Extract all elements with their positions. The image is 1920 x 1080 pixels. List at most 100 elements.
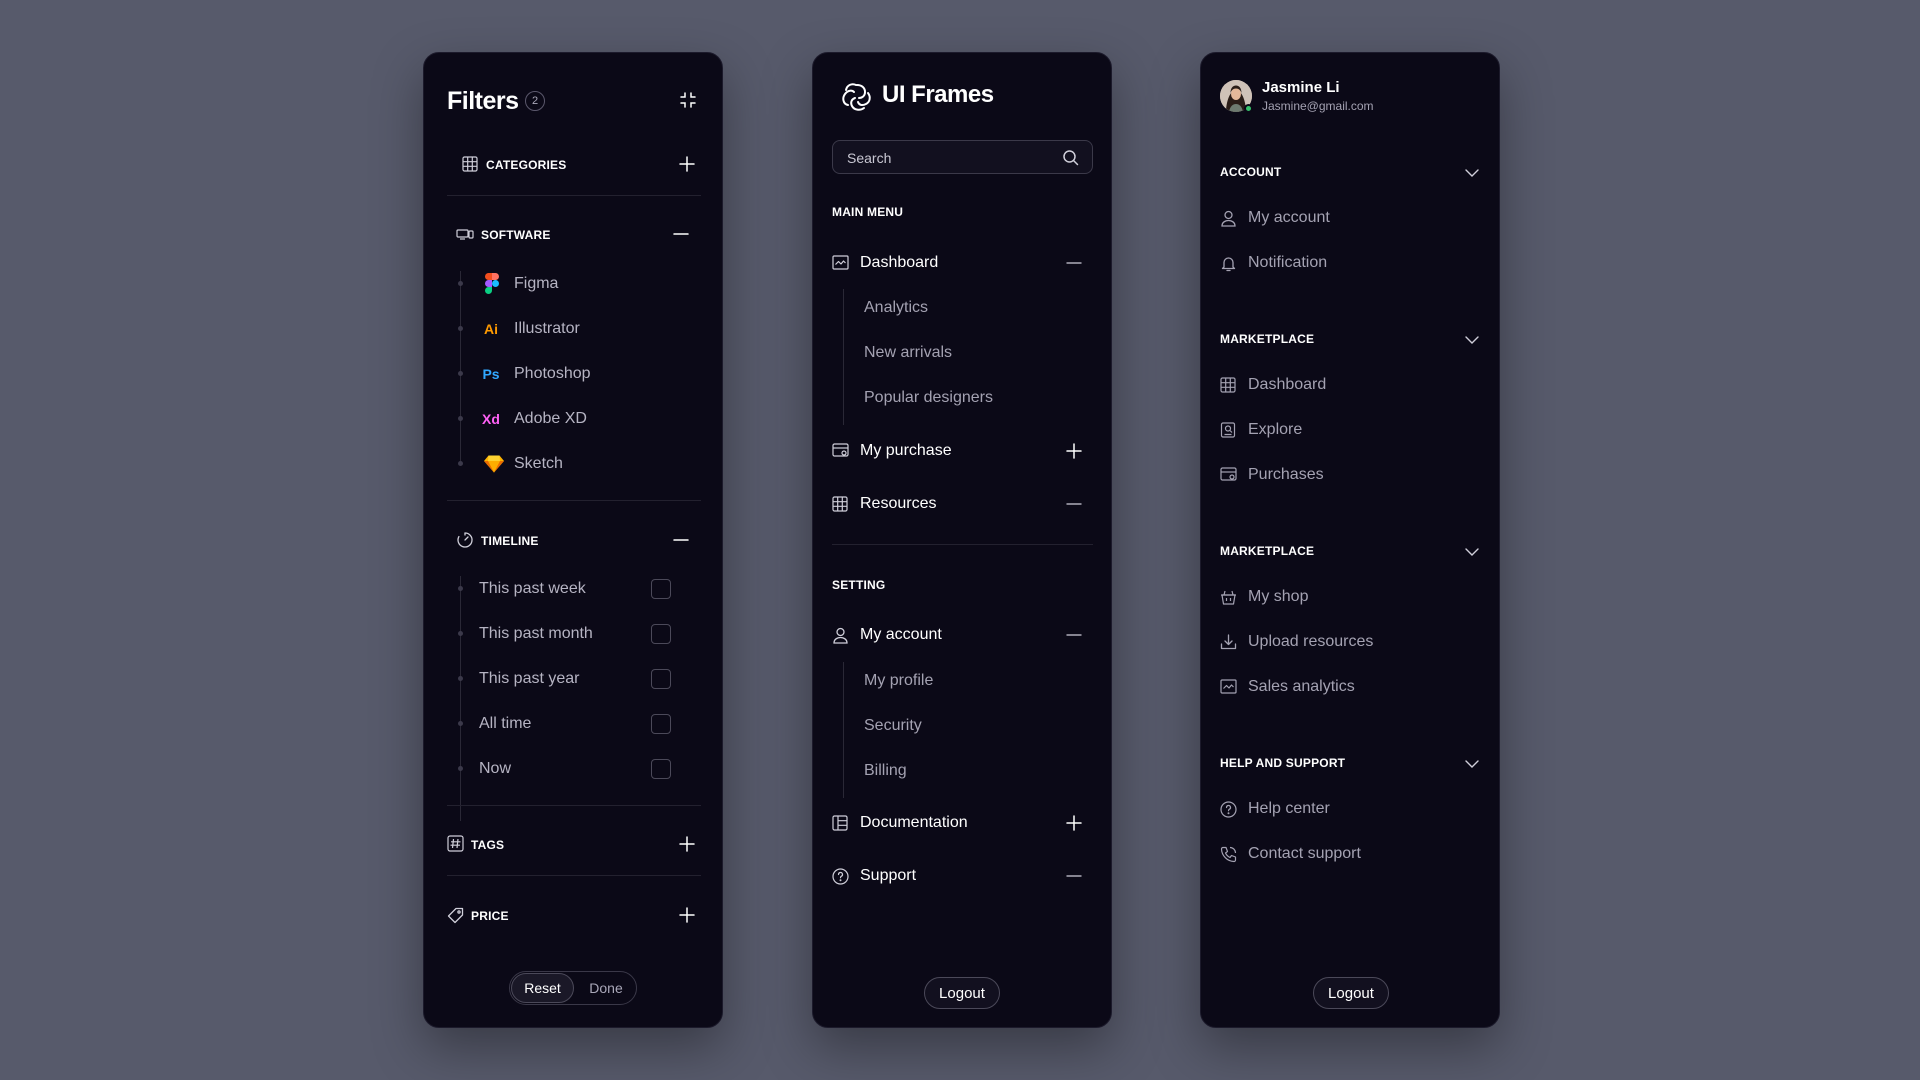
menu-item-explore[interactable]: Explore	[1220, 415, 1482, 445]
logout-button[interactable]: Logout	[1313, 977, 1389, 1009]
nav-subitem-billing[interactable]: Billing	[864, 762, 907, 780]
search-icon[interactable]	[1062, 149, 1079, 166]
xd-logo-icon: Xd	[482, 411, 500, 427]
search-box[interactable]	[832, 140, 1093, 174]
menu-item-purchases[interactable]: Purchases	[1220, 460, 1482, 490]
nav-item-support[interactable]: Support	[832, 861, 1093, 891]
minus-icon[interactable]	[673, 226, 689, 242]
chevron-down-icon[interactable]	[1464, 544, 1480, 560]
chart-window-icon	[1220, 679, 1237, 694]
timeline-section-header[interactable]: TIMELINE	[447, 520, 701, 560]
reset-button[interactable]: Reset	[511, 973, 574, 1003]
timeline-item-label: This past month	[479, 625, 593, 642]
timeline-checkbox[interactable]	[651, 579, 671, 599]
document-table-icon	[832, 815, 848, 831]
nav-subitem-security[interactable]: Security	[864, 717, 922, 735]
plus-icon[interactable]	[1066, 443, 1082, 459]
logout-button[interactable]: Logout	[924, 977, 1000, 1009]
menu-item-upload-resources[interactable]: Upload resources	[1220, 627, 1482, 657]
software-item-label: Figma	[514, 275, 559, 292]
menu-item-my-shop[interactable]: My shop	[1220, 582, 1482, 612]
minus-icon[interactable]	[1066, 496, 1082, 512]
bell-icon	[1220, 255, 1237, 272]
menu-item-my-account[interactable]: My account	[1220, 203, 1482, 233]
minus-icon[interactable]	[1066, 255, 1082, 271]
photoshop-logo-icon: Ps	[482, 366, 500, 382]
collapse-icon[interactable]	[679, 91, 697, 109]
menu-item-notification[interactable]: Notification	[1220, 248, 1482, 278]
chevron-down-icon[interactable]	[1464, 165, 1480, 181]
account-section-header[interactable]: ACCOUNT	[1220, 157, 1482, 187]
help-circle-icon	[832, 868, 849, 885]
user-email: Jasmine@gmail.com	[1262, 99, 1374, 113]
nav-subitem-analytics[interactable]: Analytics	[864, 299, 928, 317]
chevron-down-icon[interactable]	[1464, 756, 1480, 772]
timeline-checkbox[interactable]	[651, 624, 671, 644]
brand-logo-icon	[840, 81, 874, 113]
menu-item-sales-analytics[interactable]: Sales analytics	[1220, 672, 1482, 702]
categories-section-header[interactable]: CATEGORIES	[447, 145, 701, 185]
timeline-item-month[interactable]: This past month	[479, 619, 674, 649]
card-icon	[832, 443, 849, 458]
nav-item-resources[interactable]: Resources	[832, 489, 1093, 519]
timeline-label: TIMELINE	[481, 534, 539, 548]
timeline-checkbox[interactable]	[651, 669, 671, 689]
software-item-photoshop[interactable]: Ps Photoshop	[482, 359, 664, 389]
brand-name: UI Frames	[882, 81, 994, 108]
software-label: SOFTWARE	[481, 228, 551, 242]
nav-subitem-my-profile[interactable]: My profile	[864, 672, 933, 690]
nav-item-documentation[interactable]: Documentation	[832, 808, 1093, 838]
chevron-down-icon[interactable]	[1464, 332, 1480, 348]
timeline-item-year[interactable]: This past year	[479, 664, 674, 694]
marketplace-section-header[interactable]: MARKETPLACE	[1220, 536, 1482, 566]
nav-item-my-purchase[interactable]: My purchase	[832, 436, 1093, 466]
help-heading: HELP AND SUPPORT	[1220, 756, 1346, 770]
nav-subitem-popular-designers[interactable]: Popular designers	[864, 389, 993, 407]
plus-icon[interactable]	[679, 156, 695, 172]
plus-icon[interactable]	[1066, 815, 1082, 831]
user-icon	[1220, 210, 1237, 227]
card-icon	[1220, 467, 1237, 482]
price-tag-icon	[447, 907, 464, 924]
nav-item-label: My account	[860, 626, 942, 643]
help-section-header[interactable]: HELP AND SUPPORT	[1220, 748, 1482, 778]
minus-icon[interactable]	[673, 532, 689, 548]
timeline-item-now[interactable]: Now	[479, 754, 674, 784]
software-item-adobe-xd[interactable]: Xd Adobe XD	[482, 404, 664, 434]
timeline-checkbox[interactable]	[651, 759, 671, 779]
reset-done-segmented-control: Reset Done	[509, 971, 637, 1005]
timeline-item-label: All time	[479, 715, 532, 732]
menu-item-contact-support[interactable]: Contact support	[1220, 839, 1482, 869]
menu-item-help-center[interactable]: Help center	[1220, 794, 1482, 824]
nav-subitem-new-arrivals[interactable]: New arrivals	[864, 344, 952, 362]
profile-panel: Jasmine Li Jasmine@gmail.com ACCOUNT My …	[1200, 52, 1500, 1028]
plus-icon[interactable]	[679, 836, 695, 852]
software-item-sketch[interactable]: Sketch	[484, 449, 664, 479]
timeline-checkbox[interactable]	[651, 714, 671, 734]
minus-icon[interactable]	[1066, 627, 1082, 643]
price-section-header[interactable]: PRICE	[447, 895, 701, 935]
software-item-label: Sketch	[514, 455, 563, 472]
tags-section-header[interactable]: TAGS	[447, 824, 701, 864]
menu-item-dashboard[interactable]: Dashboard	[1220, 370, 1482, 400]
nav-item-dashboard[interactable]: Dashboard	[832, 248, 1093, 278]
help-circle-icon	[1220, 801, 1237, 818]
basket-icon	[1220, 589, 1237, 605]
menu-item-label: Explore	[1248, 421, 1303, 438]
software-item-figma[interactable]: Figma	[484, 269, 664, 299]
user-name: Jasmine Li	[1262, 79, 1340, 96]
software-item-illustrator[interactable]: Ai Illustrator	[484, 314, 664, 344]
plus-icon[interactable]	[679, 907, 695, 923]
done-button[interactable]: Done	[576, 973, 636, 1003]
software-section-header[interactable]: SOFTWARE	[447, 215, 701, 255]
timeline-item-all-time[interactable]: All time	[479, 709, 674, 739]
hashtag-icon	[447, 835, 464, 852]
timeline-item-week[interactable]: This past week	[479, 574, 674, 604]
account-heading: ACCOUNT	[1220, 165, 1282, 179]
minus-icon[interactable]	[1066, 868, 1082, 884]
marketplace-section-header[interactable]: MARKETPLACE	[1220, 324, 1482, 354]
search-input[interactable]	[847, 148, 1047, 168]
timeline-item-label: This past week	[479, 580, 586, 597]
filters-count-badge: 2	[525, 91, 545, 111]
nav-item-my-account[interactable]: My account	[832, 620, 1093, 650]
